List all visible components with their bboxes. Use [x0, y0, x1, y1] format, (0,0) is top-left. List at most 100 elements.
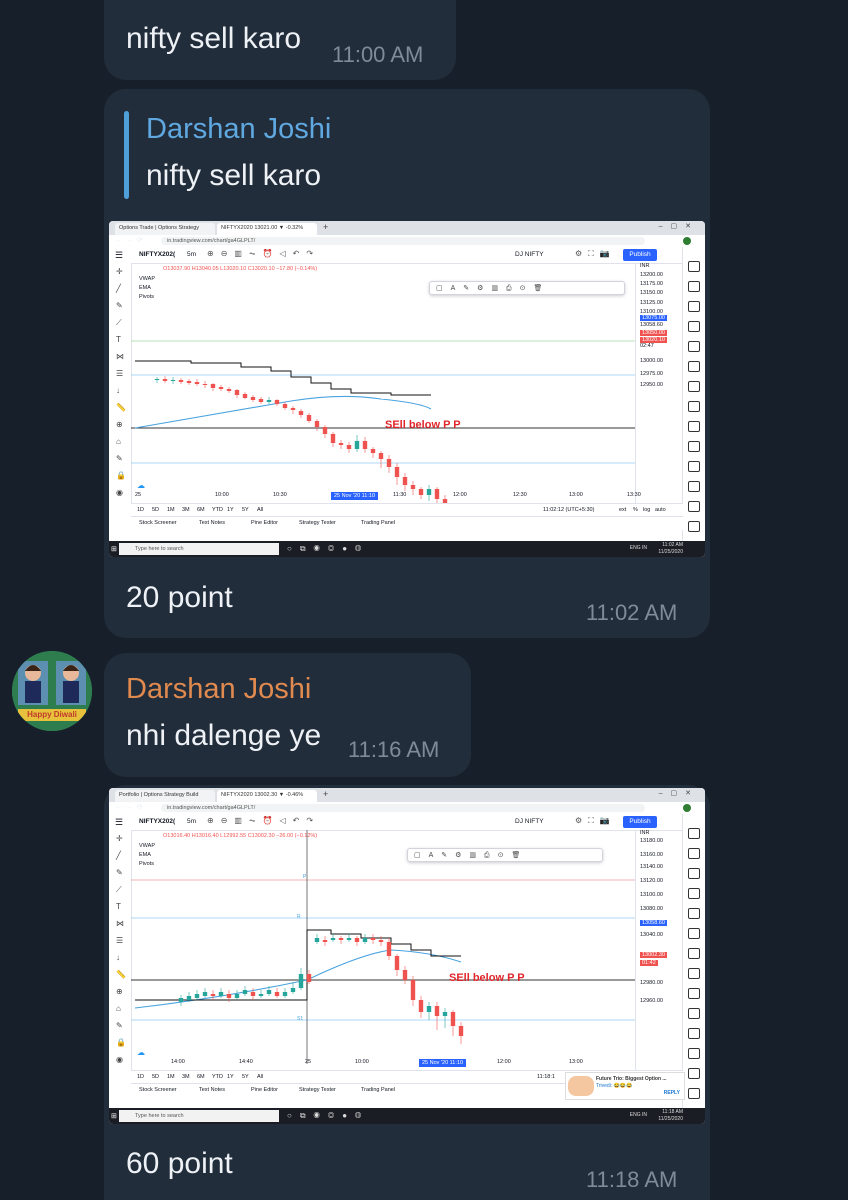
range-button[interactable]: 5Y — [242, 507, 249, 513]
drawing-tool-icon[interactable]: ☰ — [116, 936, 123, 945]
widget-icon[interactable] — [688, 888, 700, 899]
widget-icon[interactable] — [688, 1068, 700, 1079]
bottom-panel-tab[interactable]: Text Notes — [199, 520, 225, 526]
drawing-tool-icon[interactable]: ⟋ — [116, 318, 122, 328]
range-button[interactable]: 3M — [182, 1074, 190, 1080]
avatar[interactable]: Happy Diwali — [12, 651, 92, 731]
screenshot-image[interactable]: Options Trade | Options Strategy NIFTYX2… — [109, 221, 705, 557]
drawing-tool-icon[interactable]: ↓ — [116, 386, 120, 395]
chart-clock[interactable]: 11:02:12 (UTC+5:30) — [543, 507, 594, 513]
price-axis[interactable]: INR 13200.00 13175.00 13150.00 13125.00 13100… — [635, 263, 684, 503]
chart-option-toggle[interactable]: auto — [655, 507, 666, 513]
settings-icon[interactable]: ⚙⛶📷 — [575, 249, 616, 259]
widget-icon[interactable] — [688, 501, 700, 512]
widget-icon[interactable] — [688, 401, 700, 412]
drawing-tool-icon[interactable]: ✎ — [116, 1021, 123, 1030]
settings-icon[interactable]: ⚙⛶📷 — [575, 816, 616, 826]
symbol-search[interactable]: NIFTYX202( — [139, 251, 175, 258]
message-bubble[interactable]: Darshan Joshi nhi dalenge ye 11:16 AM — [104, 653, 471, 777]
interval-button[interactable]: 5m — [187, 818, 196, 825]
tradingview-logo-icon[interactable]: ☁ — [137, 1048, 145, 1057]
drawing-tool-icon[interactable]: ╱ — [116, 851, 121, 860]
range-button[interactable]: YTD — [212, 1074, 223, 1080]
taskbar-apps[interactable]: ○⧉◉◎●◍ — [287, 1111, 369, 1121]
widget-icon[interactable] — [688, 481, 700, 492]
indicator-legend[interactable]: Pivots — [139, 294, 154, 300]
drawing-tool-icon[interactable]: ◉ — [116, 488, 123, 497]
drawing-tool-icon[interactable]: ⌂ — [116, 437, 121, 446]
drawing-tool-icon[interactable]: ⌂ — [116, 1004, 121, 1013]
widget-icon[interactable] — [688, 1028, 700, 1039]
indicator-legend[interactable]: VWAP — [139, 843, 155, 849]
widget-icon[interactable] — [688, 968, 700, 979]
range-button[interactable]: 1Y — [227, 1074, 234, 1080]
url-field[interactable]: in.tradingview.com/chart/ga4GLPLT/ — [161, 237, 645, 245]
chart-option-toggle[interactable]: % — [633, 507, 638, 513]
layout-name[interactable]: DJ NIFTY — [515, 818, 544, 825]
browser-tab[interactable]: Portfolio | Options Strategy Build — [115, 790, 215, 802]
bottom-panel-tab[interactable]: Trading Panel — [361, 1087, 395, 1093]
range-button[interactable]: 1M — [167, 507, 175, 513]
range-button[interactable]: 1Y — [227, 507, 234, 513]
widget-icon[interactable] — [688, 461, 700, 472]
profile-icon[interactable] — [683, 237, 691, 245]
browser-tab[interactable]: Options Trade | Options Strategy — [115, 223, 215, 235]
chart-option-toggle[interactable]: ext — [619, 507, 626, 513]
widget-icon[interactable] — [688, 441, 700, 452]
profile-icon[interactable] — [683, 804, 691, 812]
drawing-tool-icon[interactable]: T — [116, 335, 121, 344]
drawing-tool-icon[interactable]: 🔒 — [116, 471, 126, 480]
drawing-tool-icon[interactable]: ⟋ — [116, 885, 122, 895]
widget-icon[interactable] — [688, 261, 700, 272]
taskbar-search[interactable]: Type here to search — [119, 543, 279, 555]
range-button[interactable]: All — [257, 507, 263, 513]
widget-icon[interactable] — [688, 1088, 700, 1099]
menu-icon[interactable]: ☰ — [115, 250, 123, 261]
new-tab-icon[interactable]: + — [323, 222, 328, 232]
chart-option-toggle[interactable]: log — [643, 507, 650, 513]
range-button[interactable]: 3M — [182, 507, 190, 513]
widget-icon[interactable] — [688, 321, 700, 332]
nav-arrows-icon[interactable]: ←→⟳ — [115, 236, 147, 244]
publish-button[interactable]: Publish — [623, 249, 657, 261]
interval-button[interactable]: 5m — [187, 251, 196, 258]
widget-icon[interactable] — [688, 281, 700, 292]
browser-tab-active[interactable]: NIFTYX2020 13021.00 ▼ -0.32% — [217, 223, 317, 235]
drawing-tool-icon[interactable]: ✛ — [116, 267, 123, 276]
indicator-legend[interactable]: EMA — [139, 852, 151, 858]
widget-icon[interactable] — [688, 301, 700, 312]
drawing-tool-icon[interactable]: ⊕ — [116, 420, 123, 429]
layout-name[interactable]: DJ NIFTY — [515, 251, 544, 258]
url-field[interactable]: in.tradingview.com/chart/ga4GLPLT/ — [161, 804, 645, 812]
indicator-legend[interactable]: EMA — [139, 285, 151, 291]
price-axis[interactable]: INR 13180.00 13160.00 13140.00 13120.00 13100… — [635, 830, 684, 1070]
drawing-tool-icon[interactable]: ╱ — [116, 284, 121, 293]
widget-icon[interactable] — [688, 341, 700, 352]
drawing-tool-icon[interactable]: ✛ — [116, 834, 123, 843]
chart-canvas[interactable] — [131, 830, 683, 1070]
windows-start-icon[interactable]: ⊞ — [111, 1112, 117, 1120]
toolbar-icons[interactable]: ⊕⊖▥⏦⏰◁↶↷ — [207, 249, 320, 259]
drawing-tool-icon[interactable]: ✎ — [116, 454, 123, 463]
widget-icon[interactable] — [688, 381, 700, 392]
tradingview-logo-icon[interactable]: ☁ — [137, 481, 145, 490]
chart-canvas[interactable] — [131, 263, 683, 503]
message-bubble[interactable]: Portfolio | Options Strategy Build NIFTY… — [104, 785, 710, 1200]
widget-icon[interactable] — [688, 1008, 700, 1019]
widget-icon[interactable] — [688, 828, 700, 839]
drawing-tool-icon[interactable]: ☰ — [116, 369, 123, 378]
range-button[interactable]: 1D — [137, 1074, 144, 1080]
drawing-tool-icon[interactable]: ◉ — [116, 1055, 123, 1064]
bottom-panel-tab[interactable]: Stock Screener — [139, 520, 177, 526]
range-button[interactable]: 5D — [152, 1074, 159, 1080]
range-button[interactable]: All — [257, 1074, 263, 1080]
bottom-panel-tab[interactable]: Stock Screener — [139, 1087, 177, 1093]
widget-icon[interactable] — [688, 948, 700, 959]
publish-button[interactable]: Publish — [623, 816, 657, 828]
drawing-tool-icon[interactable]: ✎ — [116, 868, 123, 877]
symbol-search[interactable]: NIFTYX202( — [139, 818, 175, 825]
taskbar-search[interactable]: Type here to search — [119, 1110, 279, 1122]
bottom-panel-tab[interactable]: Text Notes — [199, 1087, 225, 1093]
widget-icon[interactable] — [688, 868, 700, 879]
taskbar-apps[interactable]: ○⧉◉◎●◍ — [287, 544, 369, 554]
